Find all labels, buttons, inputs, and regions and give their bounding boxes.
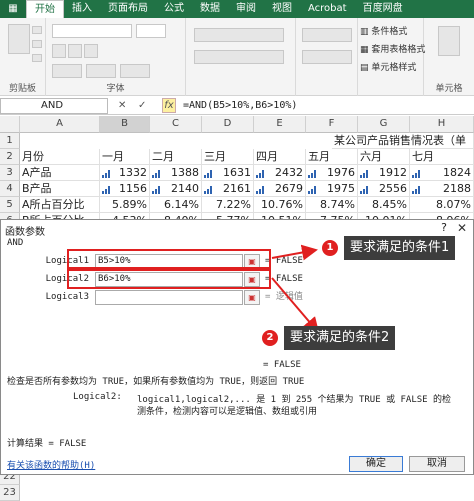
- callout-2-number: 2: [262, 330, 278, 346]
- callout-1-number: 1: [322, 240, 338, 256]
- arrow-to-callout-1: [271, 244, 318, 261]
- callout-2: 要求满足的条件2: [284, 326, 396, 350]
- callout-1: 要求满足的条件1: [344, 236, 456, 260]
- arrow-to-callout-2: [271, 277, 320, 334]
- row-header[interactable]: 23: [0, 485, 20, 501]
